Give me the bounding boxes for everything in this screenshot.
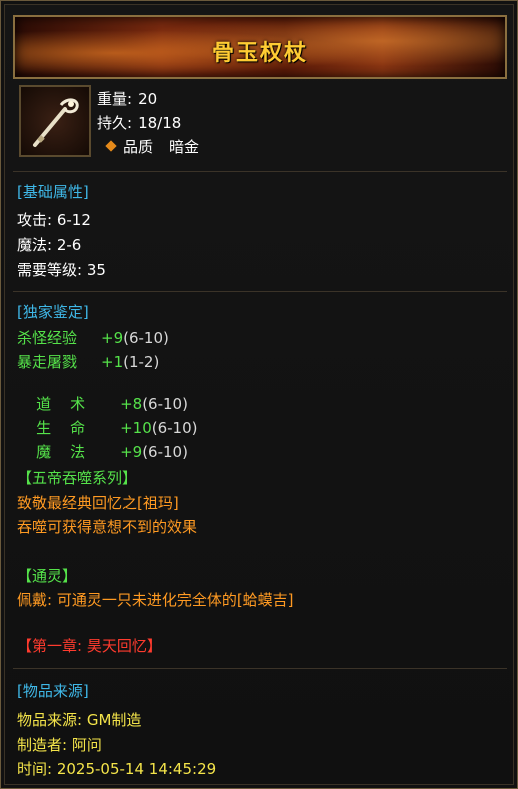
series-title: 【五帝吞噬系列】 <box>17 469 138 487</box>
time-value: 2025-05-14 14:45:29 <box>56 760 217 778</box>
spirit-title: 【通灵】 <box>17 567 78 585</box>
quality-label: 品质 <box>123 138 154 156</box>
appraisal-title: [独家鉴定] <box>17 303 89 321</box>
appraisal-name: 杀怪经验 <box>17 329 78 347</box>
time-row: 时间: 2025-05-14 14:45:29 <box>17 758 216 779</box>
maker-label: 制造者: <box>17 736 68 754</box>
weight-label: 重量: <box>97 90 133 108</box>
durability-value: 18/18 <box>138 114 182 132</box>
appraisal-bonus: +9 <box>120 443 143 461</box>
chapter-title: 【第一章: 昊天回忆】 <box>17 637 162 655</box>
appraisal-bonus: +9 <box>101 329 124 347</box>
source-row: 物品来源: GM制造 <box>17 709 141 730</box>
magic-value: 2-6 <box>56 236 82 254</box>
attack-value: 6-12 <box>56 211 91 229</box>
item-icon-slot <box>19 85 91 157</box>
source-value: GM制造 <box>86 711 142 729</box>
appraisal-name: 魔 法 <box>36 443 86 461</box>
item-tooltip: 骨玉权杖 重量: 20 持久: 18/18 品质 暗金 [基础属性] 攻击: 6-12… <box>0 0 518 789</box>
divider <box>13 171 507 172</box>
attack-label: 攻击: <box>17 211 53 229</box>
appraisal-row: 杀怪经验 +9(6-10) <box>17 327 169 348</box>
maker-value: 阿问 <box>71 736 102 754</box>
magic-row: 魔法: 2-6 <box>17 234 81 255</box>
divider <box>13 291 507 292</box>
spirit-desc: 佩戴: 可通灵一只未进化完全体的[蛤蟆吉] <box>17 591 294 609</box>
diamond-icon <box>105 140 117 152</box>
source-label: 物品来源: <box>17 711 83 729</box>
series-line-1: 致敬最经典回忆之[祖玛] <box>17 494 179 512</box>
quality-row: 品质 暗金 <box>95 136 199 157</box>
item-name: 骨玉权杖 <box>211 41 308 66</box>
magic-label: 魔法: <box>17 236 53 254</box>
durability-label: 持久: <box>97 114 133 132</box>
weight-value: 20 <box>138 90 158 108</box>
origin-title: [物品来源] <box>17 682 89 700</box>
base-attributes-title: [基础属性] <box>17 183 89 201</box>
level-row: 需要等级: 35 <box>17 259 106 280</box>
appraisal-bonus: +1 <box>101 353 124 371</box>
time-label: 时间: <box>17 760 53 778</box>
weight-row: 重量: 20 <box>97 88 157 109</box>
maker-row: 制造者: 阿问 <box>17 734 102 755</box>
appraisal-name: 暴走屠戮 <box>17 353 78 371</box>
appraisal-row: 暴走屠戮 +1(1-2) <box>17 351 159 372</box>
appraisal-range: (6-10) <box>142 443 188 461</box>
divider <box>13 668 507 669</box>
appraisal-range: (1-2) <box>123 353 160 371</box>
bone-scepter-icon <box>33 98 79 147</box>
level-label: 需要等级: <box>17 261 83 279</box>
attack-row: 攻击: 6-12 <box>17 209 91 230</box>
level-value: 35 <box>86 261 106 279</box>
series-line-2: 吞噬可获得意想不到的效果 <box>17 518 198 536</box>
quality-value: 暗金 <box>169 138 200 156</box>
title-bar: 骨玉权杖 <box>13 15 507 79</box>
durability-row: 持久: 18/18 <box>97 112 181 133</box>
appraisal-range: (6-10) <box>123 329 169 347</box>
